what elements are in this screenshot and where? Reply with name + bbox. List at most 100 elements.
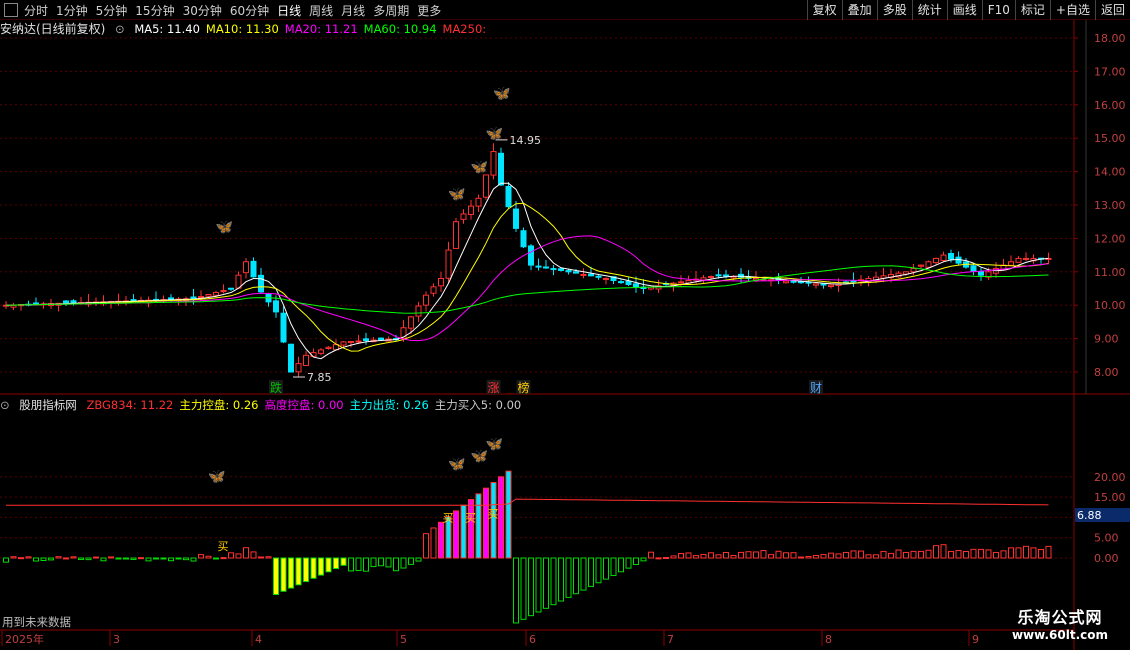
candle-body	[528, 245, 534, 266]
indicator-bar	[318, 557, 324, 576]
indicator-bar	[430, 527, 437, 559]
indicator-bar	[1000, 550, 1007, 559]
indicator-bar	[708, 552, 714, 559]
candle-body	[280, 312, 287, 343]
butterfly-icon: 🦋	[448, 457, 466, 473]
candle-body	[850, 280, 857, 283]
indicator-bar	[775, 550, 782, 559]
indicator-bar	[198, 554, 204, 559]
candle-body	[813, 283, 819, 286]
indicator-bar	[213, 557, 219, 560]
indicator-bar	[610, 557, 617, 576]
event-marker: 跌	[270, 380, 282, 395]
buy-signal-label: 买	[465, 511, 476, 524]
event-marker: 榜	[518, 380, 530, 395]
indicator-bar	[618, 557, 624, 573]
candle-body	[190, 296, 197, 300]
indicator-bar	[138, 557, 144, 560]
indicator-bar	[33, 557, 39, 562]
candle-body	[258, 274, 264, 293]
indicator-bar	[1008, 547, 1014, 559]
indicator-bar	[408, 557, 414, 565]
candle-body	[33, 302, 39, 305]
candle-body	[423, 294, 429, 306]
indicator-bar	[813, 554, 819, 559]
indicator-bar	[595, 557, 602, 584]
candle-body	[970, 265, 977, 272]
indicator-bar	[40, 557, 47, 562]
future-data-note: 用到未来数据	[2, 615, 71, 629]
candle-body	[198, 296, 204, 299]
butterfly-icon: 🦋	[448, 186, 466, 202]
indicator-bar	[468, 499, 474, 559]
candle-body	[460, 213, 467, 220]
candle-body	[618, 281, 624, 284]
indicator-bar	[3, 557, 9, 563]
indicator-bar	[565, 557, 572, 598]
indicator-bar	[55, 556, 62, 559]
candle-body	[723, 274, 729, 277]
candle-body	[910, 267, 917, 273]
price-tick-label: 10.00	[1094, 299, 1126, 312]
indicator-bar	[1023, 545, 1029, 559]
candle-body	[325, 346, 332, 350]
indicator-bar	[273, 557, 279, 596]
price-tick-label: 8.00	[1094, 366, 1119, 379]
candle-body	[820, 283, 827, 286]
candle-body	[205, 294, 212, 297]
buy-signal-label: 买	[488, 507, 499, 520]
indicator-bar	[768, 554, 774, 559]
month-label: 3	[113, 633, 120, 646]
low-price-label: 7.85	[307, 371, 332, 384]
butterfly-icon: 🦋	[216, 220, 234, 236]
candle-body	[715, 274, 722, 277]
indicator-bar	[258, 556, 264, 559]
candle-body	[783, 280, 789, 284]
candle-body	[633, 283, 639, 287]
price-tick-label: 12.00	[1094, 232, 1126, 245]
candle-body	[625, 280, 632, 285]
indicator-bar	[798, 556, 804, 559]
indicator-bar	[970, 548, 977, 559]
month-label: 8	[825, 633, 832, 646]
candle-body	[318, 349, 324, 354]
butterfly-icon: 🦋	[486, 126, 504, 142]
indicator-bar	[438, 521, 444, 559]
candle-body	[595, 275, 602, 278]
butterfly-icon: 🦋	[471, 160, 489, 176]
candle-body	[273, 300, 279, 313]
indicator-bar	[183, 557, 189, 561]
indicator-bar	[580, 557, 587, 591]
candle-body	[250, 260, 257, 278]
candle-body	[558, 268, 564, 271]
indicator-bar	[895, 549, 902, 559]
indicator-bar	[528, 557, 534, 617]
candle-body	[490, 151, 497, 176]
candle-body	[483, 174, 489, 198]
candle-body	[445, 249, 452, 279]
indicator-bar	[640, 557, 647, 562]
indicator-bar	[925, 549, 932, 559]
candle-body	[565, 270, 572, 273]
chart-canvas[interactable]: 18.00 17.00 16.00 15.00 14.00 13.00 12.00 11.00…	[0, 0, 1130, 650]
candle-body	[678, 281, 684, 284]
indicator-tick-label: 20.00	[1094, 471, 1126, 484]
candle-body	[348, 340, 354, 343]
indicator-bar	[700, 553, 707, 559]
indicator-bar	[588, 557, 594, 587]
indicator-bar	[603, 557, 609, 580]
indicator-bar	[93, 556, 99, 559]
candle-body	[468, 205, 474, 215]
indicator-bar	[978, 548, 984, 559]
indicator-bar	[25, 556, 32, 559]
candle-body	[430, 286, 437, 294]
indicator-bar	[805, 556, 812, 559]
candle-body	[340, 341, 347, 346]
indicator-bar	[250, 551, 257, 559]
indicator-bar	[70, 556, 77, 559]
indicator-bar	[378, 557, 384, 567]
candle-body	[1023, 257, 1029, 260]
candle-body	[1008, 261, 1014, 266]
month-label: 5	[400, 633, 407, 646]
indicator-bar	[835, 553, 842, 559]
